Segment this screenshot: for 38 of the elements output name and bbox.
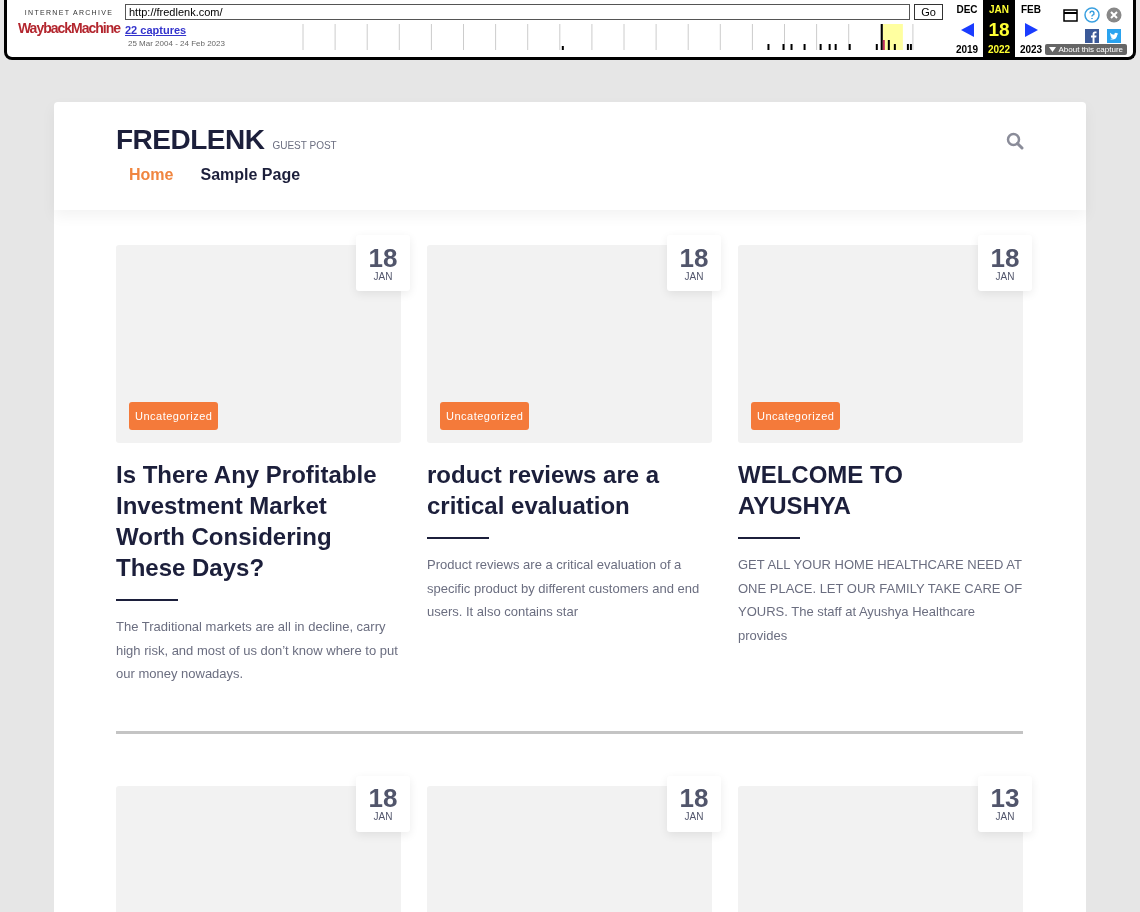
post-excerpt: Product reviews are a critical evaluation of a specific product by different customers and end users. It also contains star [427, 556, 701, 621]
previous-arrow-icon[interactable] [960, 22, 974, 37]
post-title[interactable]: roduct reviews are a critical evaluation [427, 459, 712, 521]
date-day: 18 [368, 785, 398, 811]
url-field[interactable]: http://fredlenk.com/ [125, 4, 911, 20]
capture-day: 18 [988, 18, 1010, 41]
capture-range: 25 Mar 2004 - 24 Feb 2023 [128, 39, 226, 48]
go-button[interactable]: Go [914, 4, 943, 20]
post-excerpt: GET ALL YOUR HOME HEALTHCARE NEED AT ONE PLACE. LET OUR FAMILY TAKE CARE OF YOURS. The staff at Ayushya Healthcare provides [738, 556, 1023, 645]
date-day: 18 [990, 244, 1020, 271]
date-month: JAN [684, 811, 704, 822]
date-month: JAN [684, 270, 704, 282]
caret-icon [1048, 47, 1056, 52]
facebook-icon[interactable] [1085, 29, 1099, 43]
date-day: 18 [368, 244, 398, 271]
post-excerpt: The Traditional markets are all in decline, carry high risk, and most of us don’t know where to put our money nowadays. [116, 618, 399, 683]
search-icon[interactable] [1006, 132, 1024, 150]
site-title[interactable]: FREDLENK [116, 124, 265, 156]
date-day: 13 [990, 785, 1020, 811]
date-day: 18 [679, 785, 709, 811]
month-column[interactable]: JAN 18 2022 [983, 0, 1015, 57]
post-title[interactable]: WELCOME TO AYUSHYA [738, 459, 1023, 521]
post-title[interactable]: Is There Any Profitable Investment Market Worth Considering These Days? [116, 459, 401, 583]
date-month: JAN [373, 811, 393, 822]
twitter-icon[interactable] [1107, 29, 1121, 43]
help-icon[interactable] [1084, 7, 1100, 23]
nav-link[interactable]: Sample Page [200, 166, 301, 184]
date-month: JAN [373, 270, 393, 282]
site-tagline: GUEST POST [272, 140, 337, 151]
next-arrow-icon[interactable] [1024, 22, 1038, 37]
window-icon[interactable] [1062, 8, 1078, 22]
date-day: 18 [679, 244, 709, 271]
date-month: JAN [995, 811, 1015, 822]
date-month: JAN [995, 270, 1015, 282]
captures-link[interactable]: 22 captures [125, 24, 301, 36]
wayback-logo[interactable]: WaybackMachine [17, 18, 121, 38]
about-capture-button[interactable]: About this capture [1044, 44, 1127, 55]
close-icon[interactable] [1106, 7, 1122, 23]
